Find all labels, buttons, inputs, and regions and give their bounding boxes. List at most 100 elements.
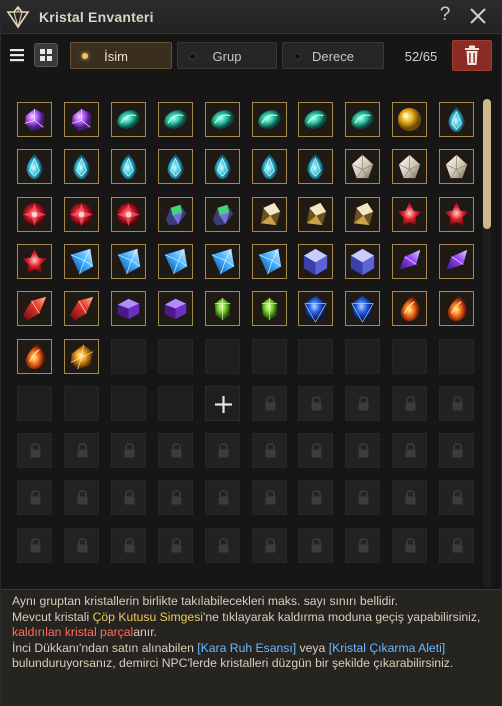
crystal-slot-cyan-drop[interactable] [17,149,52,185]
list-view-button[interactable] [6,43,30,67]
crystal-slot-cyan-drop[interactable] [110,149,146,185]
crystal-slot-fire-drop[interactable] [439,291,475,327]
crystal-slot-navy-cube[interactable] [298,243,334,279]
crystal-slot-green-gem[interactable] [251,291,287,327]
empty-slot[interactable] [157,385,193,421]
empty-slot[interactable] [17,385,52,421]
empty-slot[interactable] [110,385,146,421]
crystal-slot-white-pyramid[interactable] [392,149,428,185]
crystal-slot-red-round[interactable] [63,196,99,232]
black-spirit-essence-link[interactable]: [Kara Ruh Esansı] [197,641,296,655]
empty-slot[interactable] [157,338,193,374]
locked-slot [298,480,334,516]
crystal-slot-red-shard[interactable] [17,291,52,327]
crystal-slot-gold-white[interactable] [298,196,334,232]
sort-group-label: Grup [212,49,242,64]
crystal-slot-blue-sapphire[interactable] [298,291,334,327]
crystal-teal-oval-icon [304,110,328,129]
crystal-slot-white-pyramid[interactable] [345,149,381,185]
crystal-slot-teal-oval[interactable] [345,102,381,137]
crystal-cyan-drop-icon [26,154,43,180]
crystal-slot-blue-shard[interactable] [63,243,99,279]
crystal-slot-fire-drop[interactable] [392,291,428,327]
empty-slot[interactable] [63,385,99,421]
crystal-blue-shard-icon [164,248,188,275]
empty-slot[interactable] [110,338,146,374]
crystal-slot-purple-gem[interactable] [17,102,52,137]
sort-name-label: İsim [104,49,128,64]
crystal-slot-gold-white[interactable] [345,196,381,232]
lock-icon [77,490,88,505]
crystal-slot-purple-hex[interactable] [110,291,146,327]
crystal-red-shard-icon [22,297,47,321]
crystal-slot-white-pyramid[interactable] [439,149,475,185]
trash-button[interactable] [452,40,492,71]
crystal-slot-blue-shard[interactable] [251,243,287,279]
empty-slot[interactable] [298,338,334,374]
crystal-slot-cyan-drop[interactable] [298,149,334,185]
empty-slot[interactable] [204,338,240,374]
crystal-slot-red-round[interactable] [110,196,146,232]
crystal-slot-green-gem[interactable] [204,291,240,327]
crystal-slot-red-shard[interactable] [63,291,99,327]
crystal-slot-violet-shard[interactable] [439,243,475,279]
empty-slot[interactable] [439,338,475,374]
help-button[interactable]: ? [435,4,455,28]
locked-slot [251,527,287,563]
crystal-white-pyramid-icon [398,155,421,179]
crystal-amber-gem-icon [70,344,94,369]
crystal-blue-shard-icon [258,248,281,275]
crystal-slot-blue-sapphire[interactable] [345,291,381,327]
crystal-slot-amber-gem[interactable] [63,338,99,374]
crystal-slot-cyan-drop[interactable] [439,102,475,137]
crystal-slot-teal-oval[interactable] [298,102,334,137]
crystal-slot-red-star[interactable] [17,243,52,279]
crystal-slot-fire-drop[interactable] [17,338,52,374]
scrollbar-thumb[interactable] [483,99,491,229]
add-slot-button[interactable] [204,385,240,421]
locked-slot [204,433,240,469]
crystal-slot-teal-oval[interactable] [157,102,193,137]
crystal-slot-red-star[interactable] [392,196,428,232]
empty-slot[interactable] [392,338,428,374]
crystal-slot-cyan-drop[interactable] [157,149,193,185]
crystal-slot-violet-shard[interactable] [392,243,428,279]
crystal-slot-green-purple[interactable] [204,196,240,232]
crystal-slot-teal-oval[interactable] [251,102,287,137]
crystal-slot-purple-hex[interactable] [157,291,193,327]
crystal-slot-red-round[interactable] [17,196,52,232]
crystal-slot-cyan-drop[interactable] [251,149,287,185]
crystal-slot-green-purple[interactable] [157,196,193,232]
crystal-violet-shard-icon [399,249,421,271]
crystal-slot-cyan-drop[interactable] [204,149,240,185]
empty-slot[interactable] [345,338,381,374]
sort-by-grade-button[interactable]: Derece [282,42,384,69]
crystal-slot-blue-shard[interactable] [110,243,146,279]
locked-slot [345,480,381,516]
lock-icon [358,537,369,553]
crystal-slot-blue-shard[interactable] [204,243,240,279]
crystal-teal-oval-icon [164,110,187,129]
crystal-slot-navy-cube[interactable] [345,243,381,279]
crystal-cyan-drop-icon [120,154,137,180]
crystal-slot-gold-white[interactable] [251,196,287,232]
crystal-slot-teal-oval[interactable] [110,102,146,137]
sort-by-group-button[interactable]: Grup [177,42,277,69]
crystal-extraction-tool-link[interactable]: [Kristal Çıkarma Aleti] [329,641,446,655]
crystal-slot-red-star[interactable] [439,196,475,232]
crystal-slot-blue-shard[interactable] [157,243,193,279]
crystal-gold-orb-icon [398,107,422,132]
crystal-slot-teal-oval[interactable] [204,102,240,137]
scrollbar-track[interactable] [483,99,491,587]
empty-slot[interactable] [251,338,287,374]
crystal-slot-gold-orb[interactable] [392,102,428,137]
crystal-gold-white-icon [354,202,374,225]
sort-grade-label: Derece [312,49,354,64]
crystal-slot-purple-gem[interactable] [63,102,99,137]
crystal-slot-cyan-drop[interactable] [63,149,99,185]
lock-icon [405,537,416,553]
close-button[interactable] [467,5,489,27]
info-line-3c: bulunduruyorsanız, demirci NPC'lerde kri… [12,656,454,671]
title-bar[interactable]: Kristal Envanteri ? [1,1,501,34]
sort-by-name-button[interactable]: İsim [70,42,172,69]
